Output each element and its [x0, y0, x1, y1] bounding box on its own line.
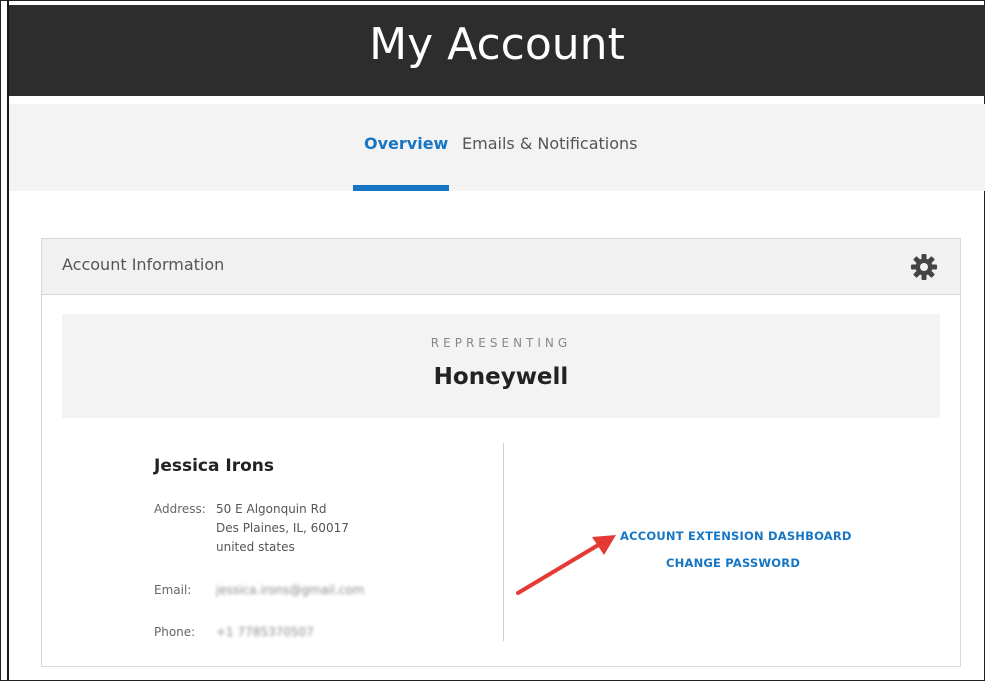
tab-bar: Overview Emails & Notifications [9, 104, 985, 191]
address-label: Address: [154, 502, 206, 516]
page-title: My Account [369, 19, 625, 70]
phone-value: +1 7785370507 [216, 625, 314, 639]
email-label: Email: [154, 583, 192, 597]
user-name: Jessica Irons [154, 456, 274, 476]
company-name: Honeywell [433, 364, 569, 390]
representing-panel: REPRESENTING Honeywell [62, 314, 940, 418]
tab-overview[interactable]: Overview [364, 134, 448, 154]
account-information-card: Account Information REPRESENTING Honeywe… [41, 238, 961, 667]
annotation-arrow-icon [516, 535, 616, 595]
address-value: 50 E Algonquin Rd Des Plaines, IL, 60017… [216, 500, 349, 557]
header-bar: My Account [9, 5, 985, 96]
left-border [7, 0, 9, 681]
email-value: jessica.irons@gmail.com [216, 583, 365, 597]
phone-label: Phone: [154, 625, 196, 639]
card-title: Account Information [62, 255, 225, 274]
active-tab-indicator [353, 185, 449, 191]
vertical-divider [503, 443, 504, 641]
tab-emails-notifications[interactable]: Emails & Notifications [462, 134, 638, 154]
address-line-3: united states [216, 540, 295, 554]
account-extension-dashboard-link[interactable]: ACCOUNT EXTENSION DASHBOARD [620, 529, 852, 543]
gear-icon[interactable] [909, 252, 939, 282]
address-line-1: 50 E Algonquin Rd [216, 502, 327, 516]
card-header: Account Information [42, 239, 960, 295]
representing-label: REPRESENTING [430, 336, 572, 350]
address-line-2: Des Plaines, IL, 60017 [216, 521, 349, 535]
change-password-link[interactable]: CHANGE PASSWORD [666, 556, 800, 570]
